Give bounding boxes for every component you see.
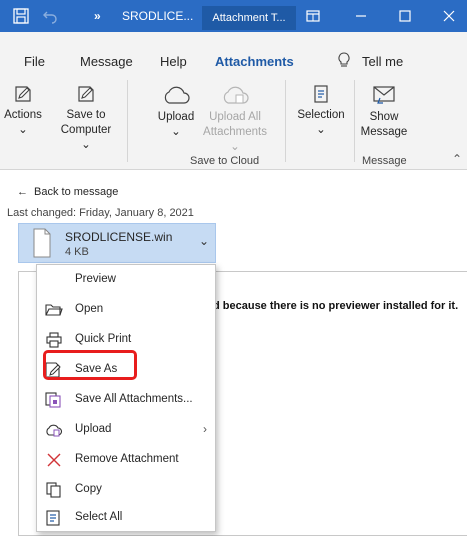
save-to-label-2: Computer xyxy=(60,124,112,136)
actions-label: Actions xyxy=(4,109,42,121)
menu-item-preview[interactable]: Preview xyxy=(37,265,215,295)
actions-icon xyxy=(15,86,31,102)
ribbon-separator xyxy=(354,80,355,162)
undo-icon[interactable] xyxy=(42,0,58,32)
ribbon-separator xyxy=(127,80,128,162)
save-all-icon xyxy=(45,392,63,408)
submenu-arrow-icon: › xyxy=(203,422,207,436)
back-arrow-icon: ← xyxy=(17,186,28,198)
back-to-message-label: Back to message xyxy=(34,186,119,198)
minimize-icon[interactable] xyxy=(355,0,367,32)
tab-help[interactable]: Help xyxy=(160,54,187,69)
save-icon[interactable] xyxy=(12,0,30,32)
folder-open-icon xyxy=(45,302,63,318)
menu-label-quick-print: Quick Print xyxy=(75,333,132,345)
dropdown-chevron-icon: ⌄ xyxy=(230,141,240,153)
attachment-dropdown-chevron-icon[interactable]: ⌄ xyxy=(199,234,209,248)
no-previewer-message: d because there is no previewer installe… xyxy=(213,300,459,312)
lightbulb-icon xyxy=(338,52,350,71)
selection-button[interactable]: Selection ⌄ xyxy=(292,84,350,138)
remove-icon xyxy=(45,452,63,468)
menu-label-copy: Copy xyxy=(75,483,102,495)
upload-button[interactable]: Upload ⌄ xyxy=(150,84,202,140)
select-all-icon xyxy=(45,510,63,526)
actions-button[interactable]: Actions ⌄ xyxy=(4,84,42,138)
envelope-icon xyxy=(373,86,395,104)
tab-attachments[interactable]: Attachments xyxy=(215,54,294,69)
save-as-highlight-annotation xyxy=(43,350,137,380)
attachment-name: SRODLICENSE.win xyxy=(65,230,173,244)
selection-icon xyxy=(314,85,328,103)
save-to-label-1: Save to xyxy=(66,109,106,121)
upload-all-attachments-button[interactable]: Upload All Attachments ⌄ xyxy=(200,84,270,155)
printer-icon xyxy=(45,332,63,348)
show-message-button[interactable]: Show Message xyxy=(358,84,410,140)
upload-icon xyxy=(45,422,63,438)
dropdown-chevron-icon: ⌄ xyxy=(81,139,91,151)
tab-message[interactable]: Message xyxy=(80,54,133,69)
document-title: SRODLICE... xyxy=(122,9,194,23)
contextual-tab-title: Attachment T... xyxy=(202,6,296,30)
menu-label-save-all-attachments: Save All Attachments... xyxy=(75,393,193,405)
menu-item-select-all[interactable]: Select All xyxy=(37,503,215,533)
ribbon: Actions ⌄ Save to Computer ⌄ Upload ⌄ Uplo… xyxy=(0,70,467,170)
dropdown-chevron-icon: ⌄ xyxy=(316,124,326,136)
ribbon-tabs: File Message Help Attachments Tell me xyxy=(0,32,467,70)
save-to-computer-button[interactable]: Save to Computer ⌄ xyxy=(55,84,117,153)
back-to-message-link[interactable]: ← Back to message xyxy=(17,186,118,198)
ribbon-display-options-icon[interactable] xyxy=(306,0,320,32)
tell-me-search[interactable]: Tell me xyxy=(362,54,403,69)
file-icon xyxy=(33,228,51,261)
attachment-context-menu: Preview Open Quick Print Save As Save Al… xyxy=(36,264,216,532)
save-to-computer-icon xyxy=(78,86,94,102)
maximize-icon[interactable] xyxy=(399,0,411,32)
upload-label: Upload xyxy=(157,111,195,123)
menu-label-open: Open xyxy=(75,303,104,315)
menu-item-copy[interactable]: Copy xyxy=(37,475,215,505)
cloud-icon xyxy=(164,86,190,104)
selection-label: Selection xyxy=(297,109,345,121)
collapse-ribbon-icon[interactable]: ⌃ xyxy=(452,152,462,166)
title-bar: » SRODLICE... Attachment T... xyxy=(0,0,467,32)
upload-all-label-2: Attachments xyxy=(203,126,267,138)
more-commands-chevron[interactable]: » xyxy=(94,0,101,32)
copy-icon xyxy=(45,482,63,498)
menu-item-remove-attachment[interactable]: Remove Attachment xyxy=(37,445,215,475)
attachment-item[interactable]: SRODLICENSE.win 4 KB ⌄ xyxy=(18,223,216,263)
close-icon[interactable] xyxy=(443,0,455,32)
ribbon-separator xyxy=(285,80,286,162)
dropdown-chevron-icon: ⌄ xyxy=(18,124,28,136)
menu-label-remove-attachment: Remove Attachment xyxy=(75,453,179,465)
menu-label-upload: Upload xyxy=(75,423,112,435)
upload-all-label-1: Upload All xyxy=(209,111,261,123)
menu-label-preview: Preview xyxy=(75,273,116,285)
cloud-upload-icon xyxy=(223,86,249,104)
message-label: Message xyxy=(360,126,408,138)
menu-label-select-all: Select All xyxy=(75,511,123,523)
menu-item-save-all-attachments[interactable]: Save All Attachments... xyxy=(37,385,215,415)
group-label-save-to-cloud: Save to Cloud xyxy=(190,155,260,167)
attachment-size: 4 KB xyxy=(65,246,89,258)
menu-item-open[interactable]: Open xyxy=(37,295,215,325)
menu-item-upload[interactable]: Upload › xyxy=(37,415,215,445)
show-label: Show xyxy=(369,111,399,123)
last-changed-text: Last changed: Friday, January 8, 2021 xyxy=(7,207,194,219)
group-label-message: Message xyxy=(362,155,407,167)
dropdown-chevron-icon: ⌄ xyxy=(171,126,181,138)
tab-file[interactable]: File xyxy=(24,54,45,69)
